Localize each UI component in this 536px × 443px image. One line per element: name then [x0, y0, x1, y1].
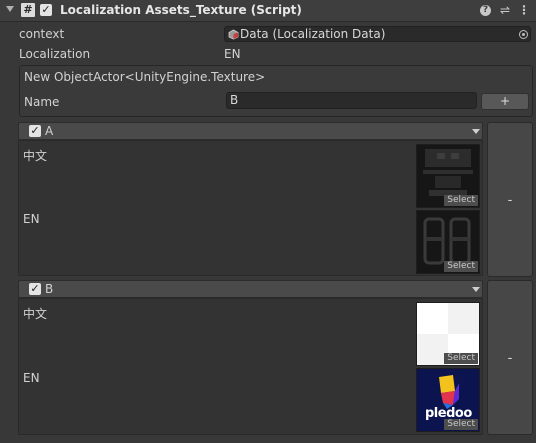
localization-label: Localization — [19, 47, 91, 61]
new-entry-type-label: New ObjectActor<UnityEngine.Texture> — [24, 70, 266, 84]
texture-thumbnail[interactable]: Select — [416, 144, 480, 208]
component-title: Localization Assets_Texture (Script) — [60, 3, 302, 17]
group-body-b: 中文 EN — [18, 298, 483, 435]
presets-icon[interactable]: ⇌ — [498, 3, 512, 17]
context-object-field[interactable]: Data (Localization Data) — [224, 26, 531, 42]
scriptable-object-icon — [228, 29, 239, 40]
group-body-a: 中文 EN — [18, 140, 483, 276]
remove-group-b-button[interactable]: - — [487, 280, 533, 435]
component-header[interactable]: # ✓ Localization Assets_Texture (Script)… — [0, 0, 536, 22]
kebab-menu-icon[interactable]: ⋮ — [517, 3, 531, 17]
script-icon: # — [21, 3, 35, 17]
component-enabled-checkbox[interactable]: ✓ — [40, 4, 52, 16]
help-icon[interactable]: ? — [480, 5, 491, 16]
new-entry-panel: New ObjectActor<UnityEngine.Texture> Nam… — [19, 65, 533, 117]
context-value: Data (Localization Data) — [240, 27, 386, 41]
dropdown-arrow-icon[interactable] — [472, 287, 480, 292]
group-b-name: B — [45, 282, 54, 296]
group-a-name: A — [45, 124, 54, 138]
group-header-b[interactable]: ✓ B — [18, 280, 483, 298]
add-entry-button[interactable]: + — [481, 93, 529, 110]
texture-thumbnail[interactable]: Select — [416, 210, 480, 274]
select-label[interactable]: Select — [444, 195, 478, 206]
entry-lang-label: EN — [23, 371, 40, 385]
object-picker-icon[interactable] — [519, 30, 528, 39]
name-label: Name — [24, 95, 60, 109]
group-a-checkbox[interactable]: ✓ — [29, 125, 41, 137]
context-label: context — [19, 27, 65, 41]
texture-thumbnail[interactable]: Select — [416, 302, 480, 366]
remove-group-a-button[interactable]: - — [487, 122, 533, 277]
entry-lang-label: EN — [23, 212, 40, 226]
select-label[interactable]: Select — [444, 261, 478, 272]
entry-lang-label: 中文 — [23, 307, 48, 321]
select-label[interactable]: Select — [444, 419, 478, 430]
localization-value: EN — [224, 47, 241, 61]
group-b-checkbox[interactable]: ✓ — [29, 283, 41, 295]
texture-thumbnail[interactable]: pledoo Select — [416, 368, 480, 432]
foldout-arrow-icon[interactable] — [6, 6, 14, 12]
group-header-a[interactable]: ✓ A — [18, 122, 483, 140]
select-label[interactable]: Select — [444, 353, 478, 364]
dropdown-arrow-icon[interactable] — [472, 129, 480, 134]
entry-lang-label: 中文 — [23, 149, 48, 163]
name-input[interactable]: B — [226, 92, 477, 109]
